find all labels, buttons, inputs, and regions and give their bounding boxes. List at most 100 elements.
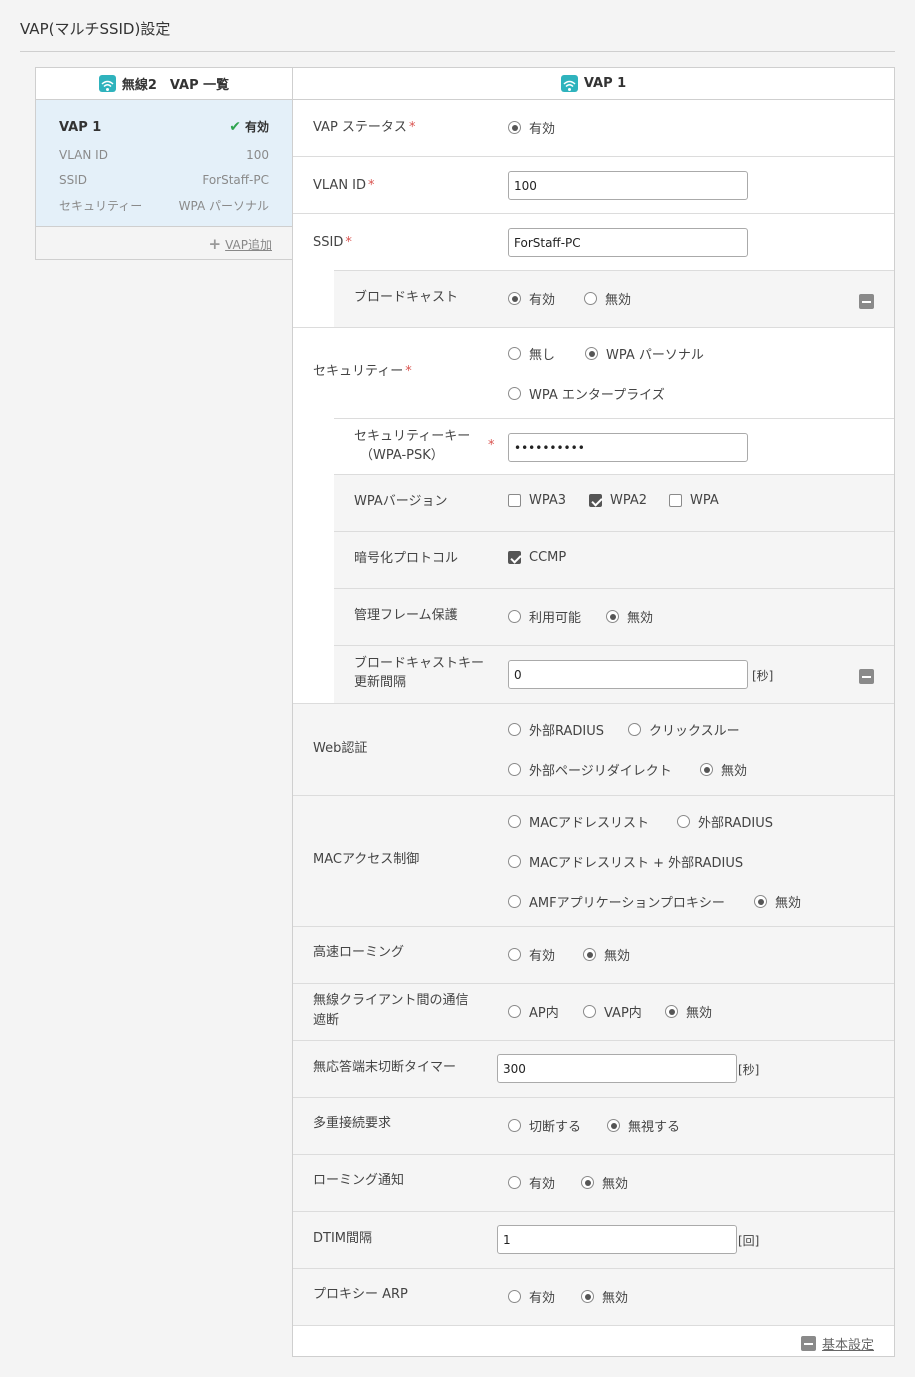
- wpa-version-row: WPAバージョン WPA3 WPA2 WPA: [334, 475, 894, 532]
- wifi-icon: [98, 75, 116, 92]
- security-key-input[interactable]: [508, 433, 748, 462]
- page-title: VAP(マルチSSID)設定: [20, 20, 171, 38]
- roaming-notify-disabled-radio[interactable]: 無効: [581, 1173, 628, 1192]
- vap-form-title: VAP 1: [583, 76, 627, 91]
- isolation-ap-radio[interactable]: AP内: [508, 1002, 559, 1021]
- security-key-row: セキュリティーキー （WPA-PSK） *: [334, 418, 894, 475]
- proxy-arp-label: プロキシー ARP: [313, 1287, 408, 1302]
- roaming-notify-enabled-radio[interactable]: 有効: [508, 1173, 555, 1192]
- mgmt-frame-available-radio[interactable]: 利用可能: [508, 607, 581, 626]
- security-row: セキュリティー * 無し WPA パーソナル WPA エンタープライズ セキュリテ…: [293, 328, 894, 704]
- client-isolation-row: 無線クライアント間の通信 遮断 AP内 VAP内 無効: [293, 984, 894, 1041]
- wpa-version-label: WPAバージョン: [354, 494, 448, 509]
- proxy-arp-enabled-radio[interactable]: 有効: [508, 1287, 555, 1306]
- vap-card-status: ✔ 有効: [229, 118, 269, 135]
- roaming-notify-row: ローミング通知 有効 無効: [293, 1155, 894, 1212]
- collapse-icon: [800, 1336, 816, 1351]
- idle-timer-unit: [秒]: [738, 1063, 760, 1077]
- cipher-row: 暗号化プロトコル CCMP: [334, 532, 894, 589]
- isolation-vap-radio[interactable]: VAP内: [583, 1002, 642, 1021]
- security-none-radio[interactable]: 無し: [508, 344, 555, 363]
- vap-form-panel: VAP 1 VAP ステータス* 有効 VLAN ID* SSID* ブロードキ…: [292, 67, 895, 1357]
- collapse-icon[interactable]: [859, 294, 874, 309]
- dtim-label: DTIM間隔: [313, 1231, 373, 1246]
- vap-card-row: SSID ForStaff-PC: [59, 173, 269, 187]
- ssid-label: SSID *: [313, 235, 352, 250]
- mgmt-frame-disabled-radio[interactable]: 無効: [606, 607, 653, 626]
- web-auth-disabled-radio[interactable]: 無効: [700, 760, 747, 779]
- mac-radius-radio[interactable]: 外部RADIUS: [677, 812, 773, 831]
- bcast-key-label: ブロードキャストキー 更新間隔: [354, 656, 485, 690]
- bcast-key-input[interactable]: [508, 660, 748, 689]
- vap-card-name: VAP 1: [59, 120, 102, 135]
- dtim-row: DTIM間隔 [回]: [293, 1212, 894, 1269]
- fast-roaming-row: 高速ローミング 有効 無効: [293, 927, 894, 984]
- vap-card-row: セキュリティー WPA パーソナル: [59, 197, 269, 214]
- vap-card-row-value: ForStaff-PC: [202, 173, 269, 187]
- vap-status-row: VAP ステータス * 有効: [293, 100, 894, 157]
- multi-conn-disconnect-radio[interactable]: 切断する: [508, 1116, 581, 1135]
- security-wpa-enterprise-radio[interactable]: WPA エンタープライズ: [508, 384, 665, 403]
- wifi-icon: [560, 75, 578, 92]
- multi-conn-ignore-radio[interactable]: 無視する: [607, 1116, 680, 1135]
- broadcast-enabled-radio[interactable]: 有効: [508, 289, 555, 308]
- mgmt-frame-row: 管理フレーム保護 利用可能 無効: [334, 589, 894, 646]
- vlan-id-input[interactable]: [508, 171, 748, 200]
- multi-conn-row: 多重接続要求 切断する 無視する: [293, 1098, 894, 1155]
- security-key-label: セキュリティーキー （WPA-PSK）: [354, 429, 471, 463]
- add-vap-button[interactable]: + VAP追加: [209, 236, 272, 253]
- ssid-input[interactable]: [508, 228, 748, 257]
- mgmt-frame-label: 管理フレーム保護: [354, 608, 458, 623]
- idle-timer-row: 無応答端末切断タイマー [秒]: [293, 1041, 894, 1098]
- web-auth-row: Web認証 外部RADIUS クリックスルー 外部ページリダイレクト 無効: [293, 704, 894, 796]
- vap-card-row-label: セキュリティー: [59, 199, 143, 213]
- basic-settings-label: 基本設定: [821, 1338, 874, 1353]
- vlan-id-label: VLAN ID *: [313, 178, 375, 193]
- mac-disabled-radio[interactable]: 無効: [754, 892, 801, 911]
- bcast-key-row: ブロードキャストキー 更新間隔 [秒]: [334, 646, 894, 703]
- proxy-arp-disabled-radio[interactable]: 無効: [581, 1287, 628, 1306]
- collapse-icon[interactable]: [859, 669, 874, 684]
- isolation-disabled-radio[interactable]: 無効: [665, 1002, 712, 1021]
- mac-list-radio[interactable]: MACアドレスリスト: [508, 812, 649, 831]
- web-auth-radius-radio[interactable]: 外部RADIUS: [508, 720, 604, 739]
- security-label: セキュリティー *: [313, 364, 412, 379]
- fast-roaming-disabled-radio[interactable]: 無効: [583, 945, 630, 964]
- check-icon: ✔: [229, 118, 241, 135]
- vap-card-row-label: SSID: [59, 173, 88, 187]
- wpa2-checkbox[interactable]: WPA2: [589, 493, 647, 508]
- dtim-input[interactable]: [497, 1225, 737, 1254]
- dtim-unit: [回]: [738, 1234, 760, 1248]
- ccmp-checkbox[interactable]: CCMP: [508, 550, 566, 565]
- basic-settings-toggle[interactable]: 基本設定: [800, 1334, 874, 1353]
- vap-form-header: VAP 1: [293, 68, 894, 100]
- vap-status-enabled-radio[interactable]: 有効: [508, 118, 555, 137]
- cipher-label: 暗号化プロトコル: [354, 551, 459, 566]
- fast-roaming-label: 高速ローミング: [313, 945, 405, 960]
- fast-roaming-enabled-radio[interactable]: 有効: [508, 945, 555, 964]
- vap-list-title: 無線2 VAP 一覧: [121, 78, 230, 93]
- title-divider: [20, 51, 895, 52]
- vap-status-label: VAP ステータス *: [313, 120, 416, 135]
- vap-card-row-value: 100: [246, 148, 269, 162]
- web-auth-clickthrough-radio[interactable]: クリックスルー: [628, 720, 740, 739]
- ssid-row: SSID* ブロードキャスト 有効 無効: [293, 214, 894, 328]
- wpa3-checkbox[interactable]: WPA3: [508, 493, 566, 508]
- multi-conn-label: 多重接続要求: [313, 1116, 392, 1131]
- broadcast-row: ブロードキャスト 有効 無効: [334, 270, 894, 327]
- vap-card-row: VLAN ID 100: [59, 148, 269, 162]
- vlan-id-row: VLAN ID *: [293, 157, 894, 214]
- vap-card-status-text: 有効: [244, 120, 269, 134]
- mac-list-radius-radio[interactable]: MACアドレスリスト + 外部RADIUS: [508, 852, 743, 871]
- vap-list-header: 無線2 VAP 一覧: [36, 68, 292, 100]
- roaming-notify-label: ローミング通知: [313, 1173, 405, 1188]
- idle-timer-input[interactable]: [497, 1054, 737, 1083]
- security-wpa-personal-radio[interactable]: WPA パーソナル: [585, 344, 704, 363]
- vap-card-row-value: WPA パーソナル: [178, 199, 269, 213]
- web-auth-redirect-radio[interactable]: 外部ページリダイレクト: [508, 760, 672, 779]
- wpa-checkbox[interactable]: WPA: [669, 493, 719, 508]
- vap-card[interactable]: VAP 1 ✔ 有効 VLAN ID 100 SSID ForStaff-PC …: [36, 100, 292, 227]
- mac-amf-proxy-radio[interactable]: AMFアプリケーションプロキシー: [508, 892, 725, 911]
- broadcast-disabled-radio[interactable]: 無効: [584, 289, 631, 308]
- broadcast-label: ブロードキャスト: [354, 290, 459, 305]
